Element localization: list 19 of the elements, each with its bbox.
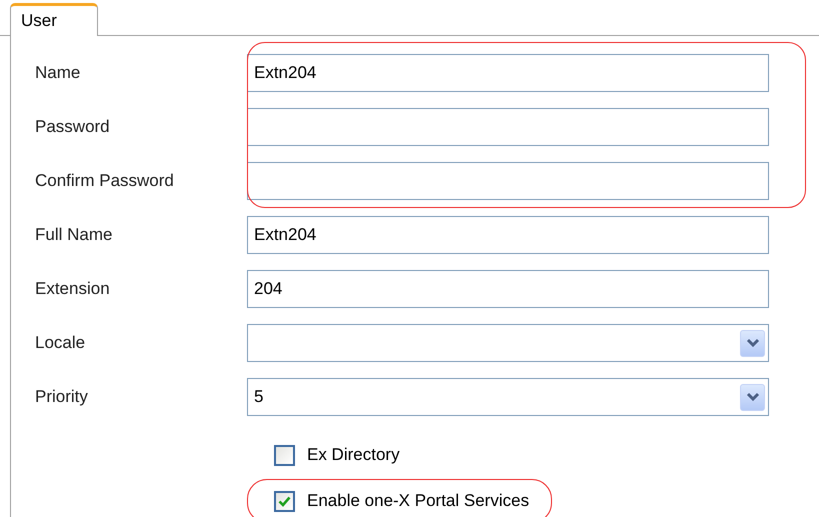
field-label: Password: [34, 116, 111, 138]
checkbox-label: Ex Directory: [307, 444, 400, 466]
input-field[interactable]: 204: [248, 271, 768, 307]
dropdown-field[interactable]: [247, 324, 769, 362]
input-field[interactable]: Extn204: [248, 55, 768, 91]
field-label: Name: [34, 62, 82, 84]
dropdown-field[interactable]: 5: [247, 378, 769, 416]
dropdown-value: 5: [253, 386, 264, 408]
field-label: Locale: [34, 332, 86, 354]
checkbox[interactable]: [274, 444, 295, 466]
checkbox-label: Enable one-X Portal Services: [307, 490, 530, 512]
field-label: Priority: [34, 386, 89, 408]
field-label: Extension: [34, 278, 111, 300]
input-field[interactable]: Extn204: [248, 217, 768, 253]
tab[interactable]: User: [10, 3, 98, 36]
field-label: Full Name: [34, 224, 114, 246]
checkbox[interactable]: [274, 490, 295, 512]
field-label: Confirm Password: [34, 170, 175, 192]
checkmark-icon: [278, 496, 291, 506]
